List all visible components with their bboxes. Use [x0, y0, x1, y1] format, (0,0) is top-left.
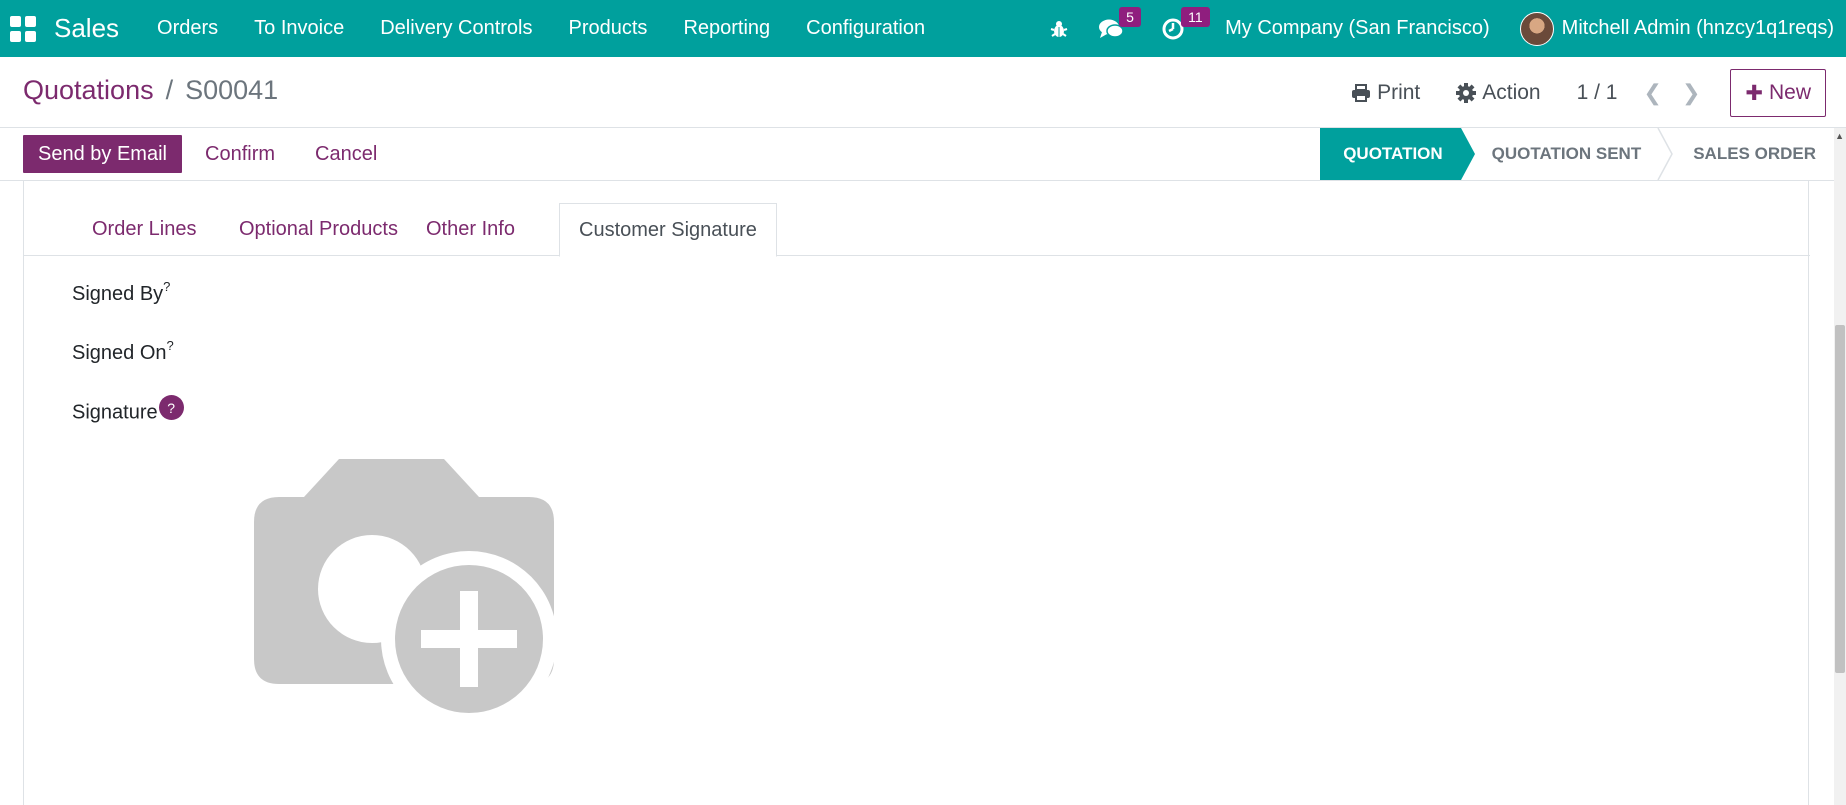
menu-reporting[interactable]: Reporting [665, 17, 788, 40]
menu-orders[interactable]: Orders [139, 17, 236, 40]
tab-optional-products[interactable]: Optional Products [220, 203, 417, 256]
breadcrumb: Quotations / S00041 [23, 75, 278, 106]
scrollbar-thumb[interactable] [1835, 325, 1845, 673]
scroll-up-icon[interactable]: ▲ [1835, 131, 1844, 141]
stage-sales-order[interactable]: SALES ORDER [1661, 128, 1836, 180]
stage-quotation-sent[interactable]: QUOTATION SENT [1461, 128, 1662, 180]
chevron-right-icon[interactable]: ❯ [1682, 80, 1700, 106]
menu-products[interactable]: Products [551, 17, 666, 40]
app-brand[interactable]: Sales [54, 13, 119, 44]
breadcrumb-current: S00041 [185, 75, 279, 105]
print-icon [1352, 84, 1371, 102]
cancel-button[interactable]: Cancel [315, 135, 377, 173]
user-menu[interactable]: Mitchell Admin (hnzcy1q1reqs) [1562, 17, 1834, 40]
breadcrumb-separator: / [165, 75, 174, 105]
control-panel: Quotations / S00041 Print Action 1 / 1 ❮… [0, 57, 1846, 128]
stage-quotation[interactable]: QUOTATION [1320, 128, 1476, 180]
main-menu: Orders To Invoice Delivery Controls Prod… [139, 17, 943, 40]
activities-count-badge: 11 [1181, 7, 1210, 27]
form-sheet: Order Lines Optional Products Other Info… [23, 181, 1810, 805]
plus-icon: ✚ [1745, 81, 1763, 105]
tab-other-info[interactable]: Other Info [407, 203, 534, 256]
new-label: New [1768, 81, 1811, 104]
new-button[interactable]: ✚ New [1730, 69, 1826, 117]
menu-delivery-controls[interactable]: Delivery Controls [362, 17, 550, 40]
company-switcher[interactable]: My Company (San Francisco) [1225, 17, 1490, 40]
activities-button[interactable]: 11 [1155, 0, 1210, 57]
messages-button[interactable]: 5 [1093, 0, 1141, 57]
signed-on-label: Signed On? [72, 338, 174, 365]
tab-customer-signature[interactable]: Customer Signature [559, 203, 777, 257]
avatar[interactable] [1519, 11, 1554, 46]
signed-by-text: Signed By [72, 283, 164, 305]
chevron-left-icon[interactable]: ❮ [1644, 80, 1662, 106]
control-panel-actions: Print Action 1 / 1 ❮ ❯ ✚ New [1351, 69, 1826, 117]
signature-label: Signature? [72, 395, 184, 426]
signed-by-help[interactable]: ? [163, 279, 170, 294]
stage-pipeline: QUOTATION QUOTATION SENT SALES ORDER [1320, 128, 1836, 180]
gear-icon [1456, 83, 1477, 103]
camera-add-icon [254, 459, 557, 727]
signed-on-help[interactable]: ? [167, 338, 174, 353]
print-button[interactable]: Print [1351, 81, 1420, 105]
confirm-button[interactable]: Confirm [205, 135, 275, 173]
apps-menu-button[interactable] [0, 0, 36, 57]
menu-to-invoice[interactable]: To Invoice [236, 17, 362, 40]
signed-on-text: Signed On [72, 342, 167, 364]
breadcrumb-quotations[interactable]: Quotations [23, 75, 154, 106]
form-statusbar: Send by Email Confirm Cancel QUOTATION Q… [0, 128, 1846, 181]
top-navbar: Sales Orders To Invoice Delivery Control… [0, 0, 1846, 57]
action-label: Action [1482, 81, 1541, 104]
pager-value[interactable]: 1 / 1 [1577, 81, 1618, 105]
signature-text: Signature [72, 401, 158, 424]
debug-button[interactable] [1041, 0, 1077, 57]
action-button[interactable]: Action [1456, 81, 1541, 105]
menu-configuration[interactable]: Configuration [788, 17, 943, 40]
apps-grid-icon [10, 15, 36, 42]
messages-count-badge: 5 [1119, 7, 1141, 27]
bug-icon [1050, 20, 1068, 37]
tab-order-lines[interactable]: Order Lines [73, 203, 216, 256]
send-by-email-button[interactable]: Send by Email [23, 135, 182, 173]
navbar-systray: 5 11 My Company (San Francisco) Mitchell… [1041, 0, 1846, 57]
print-label: Print [1377, 81, 1421, 104]
signature-help-badge[interactable]: ? [158, 395, 184, 420]
notebook-tabs: Order Lines Optional Products Other Info… [24, 203, 1810, 257]
signed-by-label: Signed By? [72, 279, 170, 306]
signature-upload[interactable] [254, 459, 557, 729]
